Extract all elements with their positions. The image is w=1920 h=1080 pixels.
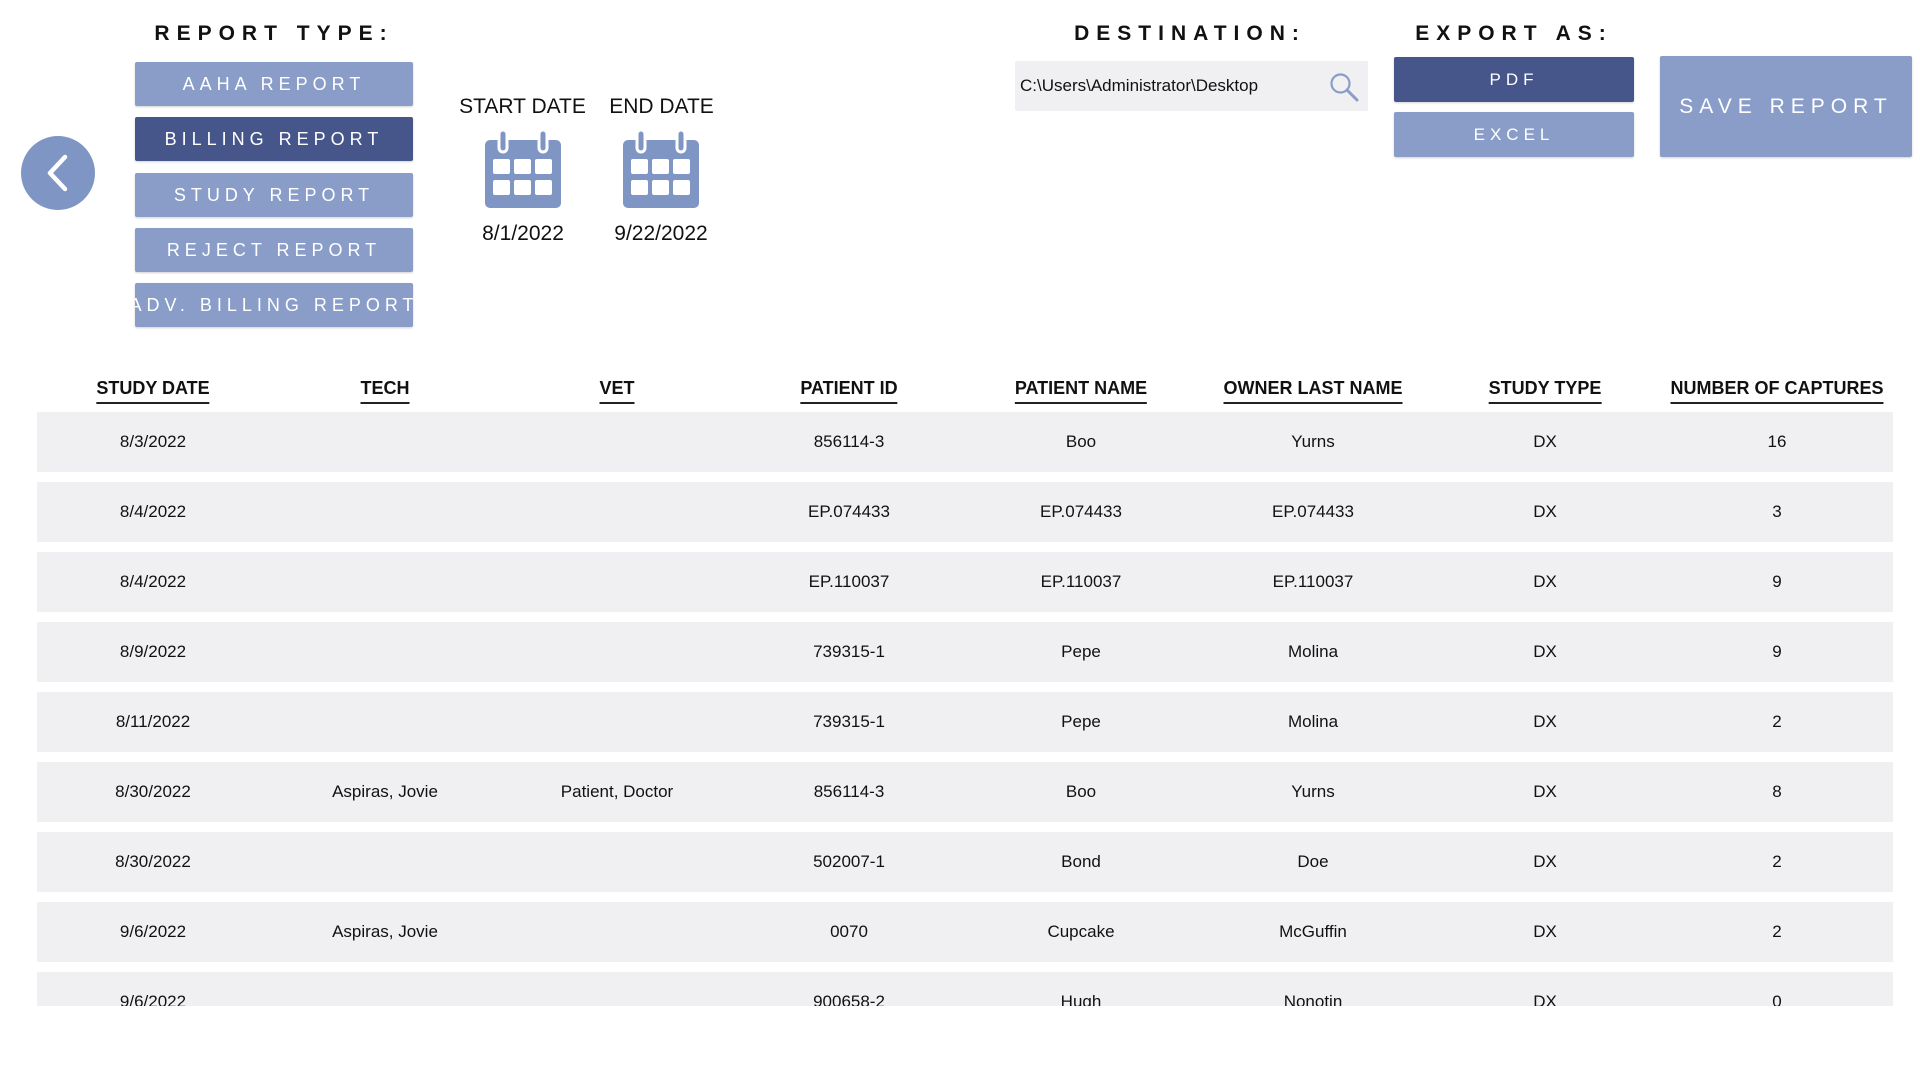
aaha-report-button[interactable]: AAHA REPORT — [135, 62, 413, 106]
chevron-left-icon — [47, 154, 68, 192]
header-study-type[interactable]: STUDY TYPE — [1488, 378, 1602, 404]
cell-study-date: 9/6/2022 — [119, 922, 187, 941]
destination-title: DESTINATION: — [1074, 22, 1306, 45]
destination-input[interactable] — [1020, 76, 1320, 96]
table-row[interactable]: 8/4/2022 EP.110037 EP.110037 EP.110037 D… — [37, 552, 1893, 612]
table-row[interactable]: 8/9/2022 739315-1 Pepe Molina DX 9 — [37, 622, 1893, 682]
start-date-label: START DATE — [459, 95, 586, 118]
cell-owner-last-name: EP.110037 — [1272, 572, 1354, 591]
cell-owner-last-name: McGuffin — [1279, 922, 1347, 941]
end-date-value[interactable]: 9/22/2022 — [601, 222, 721, 246]
table-row[interactable]: 8/30/2022 502007-1 Bond Doe DX 2 — [37, 832, 1893, 892]
cell-owner-last-name: Nonotin — [1283, 992, 1343, 1006]
header-number-of-captures[interactable]: NUMBER OF CAPTURES — [1670, 378, 1884, 404]
cell-tech: Aspiras, Jovie — [332, 782, 438, 801]
export-as-title: EXPORT AS: — [1415, 22, 1613, 45]
header-patient-name[interactable]: PATIENT NAME — [1014, 378, 1148, 404]
table-row[interactable]: 8/30/2022 Aspiras, Jovie Patient, Doctor… — [37, 762, 1893, 822]
cell-number-of-captures: 2 — [1772, 852, 1782, 871]
cell-patient-id: 739315-1 — [813, 712, 885, 731]
cell-owner-last-name: Doe — [1297, 852, 1329, 871]
adv-billing-report-button[interactable]: ADV. BILLING REPORT — [135, 283, 413, 327]
cell-number-of-captures: 9 — [1772, 642, 1782, 661]
cell-patient-id: 0070 — [830, 922, 868, 941]
back-button[interactable] — [21, 136, 95, 210]
study-report-button[interactable]: STUDY REPORT — [135, 173, 413, 217]
cell-study-type: DX — [1533, 642, 1557, 661]
cell-number-of-captures: 16 — [1767, 432, 1787, 451]
cell-study-type: DX — [1533, 782, 1557, 801]
cell-number-of-captures: 0 — [1772, 992, 1782, 1006]
export-excel-button[interactable]: EXCEL — [1394, 112, 1634, 157]
header-tech[interactable]: TECH — [360, 378, 410, 404]
cell-patient-id: 856114-3 — [813, 432, 885, 451]
cell-study-type: DX — [1533, 502, 1557, 521]
cell-study-type: DX — [1533, 712, 1557, 731]
cell-number-of-captures: 2 — [1772, 712, 1782, 731]
cell-study-date: 8/30/2022 — [115, 782, 191, 801]
table-row[interactable]: 9/6/2022 Aspiras, Jovie 0070 Cupcake McG… — [37, 902, 1893, 962]
header-vet[interactable]: VET — [599, 378, 635, 404]
cell-study-date: 8/4/2022 — [119, 572, 187, 591]
cell-patient-id: 739315-1 — [813, 642, 885, 661]
cell-study-date: 8/9/2022 — [119, 642, 187, 661]
cell-patient-id: EP.074433 — [808, 502, 890, 521]
save-report-button[interactable]: SAVE REPORT — [1660, 56, 1912, 157]
cell-study-date: 8/4/2022 — [119, 502, 187, 521]
cell-study-type: DX — [1533, 572, 1557, 591]
report-table: STUDY DATE TECH VET PATIENT ID PATIENT N… — [37, 372, 1893, 1006]
billing-report-button[interactable]: BILLING REPORT — [135, 117, 413, 161]
destination-field[interactable] — [1015, 61, 1368, 111]
cell-patient-name: Bond — [1061, 852, 1101, 871]
cell-number-of-captures: 3 — [1772, 502, 1782, 521]
cell-patient-name: Boo — [1065, 782, 1097, 801]
cell-study-type: DX — [1533, 922, 1557, 941]
table-row[interactable]: 8/3/2022 856114-3 Boo Yurns DX 16 — [37, 412, 1893, 472]
cell-owner-last-name: Yurns — [1291, 432, 1335, 451]
cell-study-type: DX — [1533, 432, 1557, 451]
cell-patient-name: Pepe — [1061, 712, 1101, 731]
end-date-calendar-icon[interactable] — [621, 130, 701, 210]
table-header: STUDY DATE TECH VET PATIENT ID PATIENT N… — [37, 372, 1893, 412]
header-owner-last-name[interactable]: OWNER LAST NAME — [1223, 378, 1403, 404]
cell-number-of-captures: 8 — [1772, 782, 1782, 801]
cell-patient-name: Boo — [1065, 432, 1097, 451]
cell-patient-name: Pepe — [1061, 642, 1101, 661]
header-study-date[interactable]: STUDY DATE — [96, 378, 210, 404]
table-row[interactable]: 9/6/2022 900658-2 Hugh Nonotin DX 0 — [37, 972, 1893, 1006]
table-row[interactable]: 8/4/2022 EP.074433 EP.074433 EP.074433 D… — [37, 482, 1893, 542]
cell-owner-last-name: EP.074433 — [1272, 502, 1354, 521]
cell-patient-id: 900658-2 — [813, 992, 885, 1006]
cell-tech: Aspiras, Jovie — [332, 922, 438, 941]
cell-patient-name: Hugh — [1060, 992, 1102, 1006]
cell-patient-name: EP.074433 — [1040, 502, 1122, 521]
export-pdf-button[interactable]: PDF — [1394, 57, 1634, 102]
cell-study-date: 8/30/2022 — [115, 852, 191, 871]
cell-number-of-captures: 9 — [1772, 572, 1782, 591]
end-date-label: END DATE — [609, 95, 714, 118]
cell-patient-id: 502007-1 — [813, 852, 885, 871]
cell-patient-id: EP.110037 — [808, 572, 890, 591]
report-type-title: REPORT TYPE: — [154, 22, 394, 45]
start-date-value[interactable]: 8/1/2022 — [463, 222, 583, 246]
cell-study-date: 8/11/2022 — [115, 712, 191, 731]
cell-patient-name: EP.110037 — [1040, 572, 1122, 591]
cell-study-type: DX — [1533, 992, 1557, 1006]
reject-report-button[interactable]: REJECT REPORT — [135, 228, 413, 272]
cell-vet: Patient, Doctor — [560, 782, 674, 801]
cell-patient-id: 856114-3 — [813, 782, 885, 801]
search-icon[interactable] — [1328, 71, 1360, 103]
header-patient-id[interactable]: PATIENT ID — [800, 378, 898, 404]
cell-owner-last-name: Yurns — [1291, 782, 1335, 801]
cell-study-date: 8/3/2022 — [119, 432, 187, 451]
cell-patient-name: Cupcake — [1047, 922, 1115, 941]
cell-owner-last-name: Molina — [1287, 642, 1339, 661]
cell-study-type: DX — [1533, 852, 1557, 871]
cell-study-date: 9/6/2022 — [119, 992, 187, 1006]
cell-number-of-captures: 2 — [1772, 922, 1782, 941]
start-date-calendar-icon[interactable] — [483, 130, 563, 210]
table-row[interactable]: 8/11/2022 739315-1 Pepe Molina DX 2 — [37, 692, 1893, 752]
cell-owner-last-name: Molina — [1287, 712, 1339, 731]
